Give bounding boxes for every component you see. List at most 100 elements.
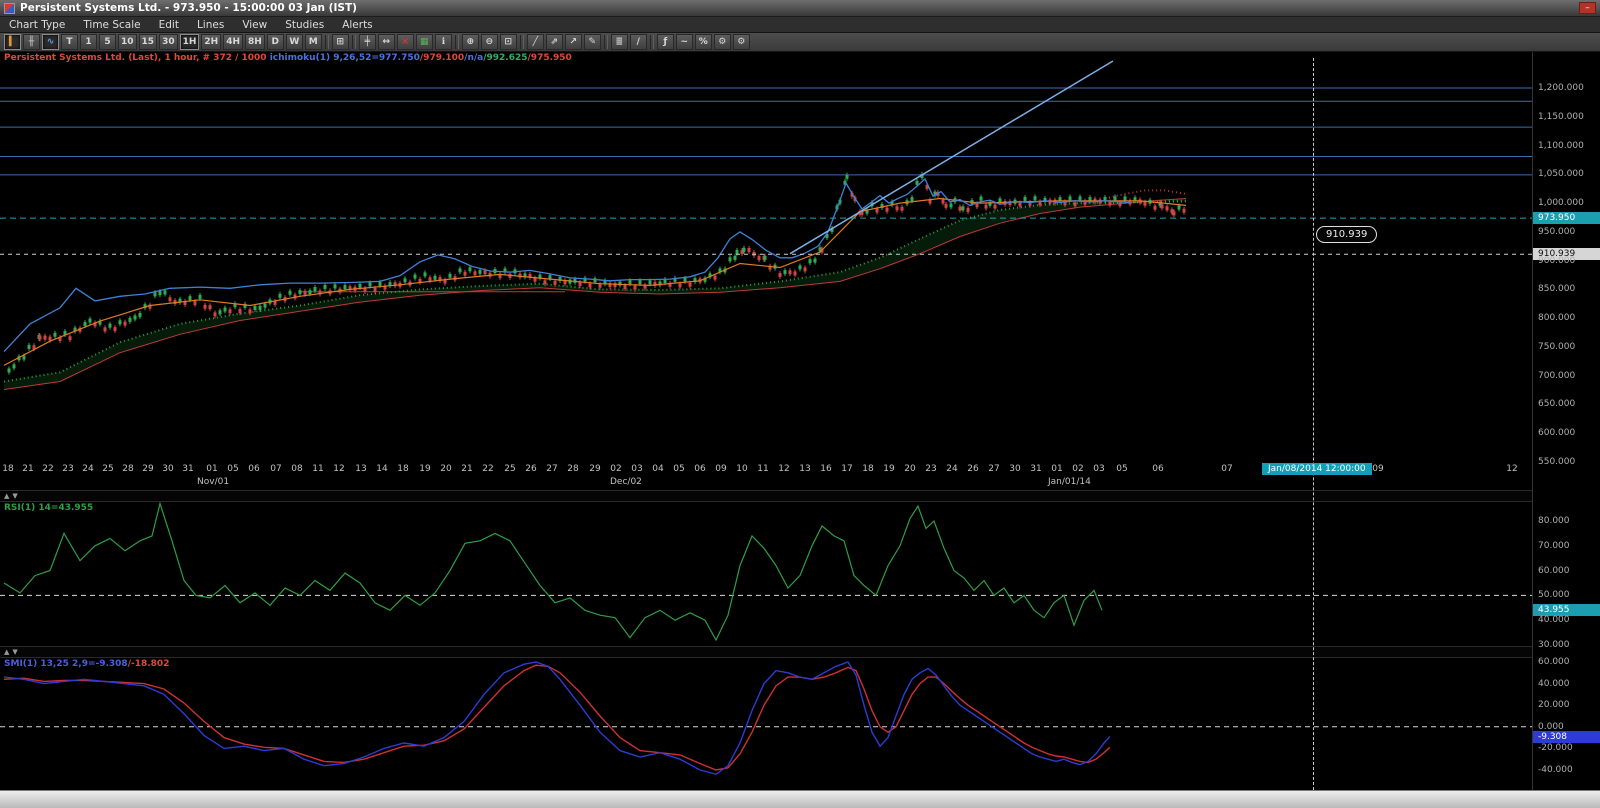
notes-tool-icon[interactable]: ≣ [610,34,628,50]
axis-tick-label: 0.000 [1538,722,1564,732]
axis-tick-label: 40.000 [1538,679,1570,689]
right-axis: 973.950 910.939 43.955 -9.308 1,200.000 1… [1532,52,1600,790]
toolbar-separator [454,35,459,49]
app-icon [4,2,15,14]
info-icon[interactable]: ℹ [434,34,452,50]
menu-lines[interactable]: Lines [188,17,233,33]
x-axis-day-label: 20 [904,464,916,474]
window-layout-icon[interactable]: ⊞ [331,34,349,50]
menu-view[interactable]: View [233,17,276,33]
axis-tick-label: 1,050.000 [1538,169,1584,179]
x-axis-day-label: 26 [525,464,537,474]
panel-divider[interactable]: ▲▼ [0,646,1532,658]
axis-tick-label: 700.000 [1538,371,1576,381]
x-axis-day-label: 25 [504,464,516,474]
toolbar-separator [519,35,524,49]
x-axis-day-label: 05 [673,464,685,474]
toolbar-separator [649,35,654,49]
smi-label-segment: SMI(1) 13,25 2,9=-9.308 [4,659,128,669]
menu-time-scale[interactable]: Time Scale [74,17,149,33]
x-axis-day-label: 20 [440,464,452,474]
axis-tick-label: 950.000 [1538,227,1576,237]
panel-divider[interactable]: ▲▼ [0,490,1532,502]
chart-header-segment: Persistent Systems Ltd. (Last), 1 hour, … [4,53,267,63]
x-axis-day-label: 19 [419,464,431,474]
menu-edit[interactable]: Edit [150,17,188,33]
axis-tick-label: 50.000 [1538,590,1570,600]
scale-10min-button[interactable]: 10 [118,34,137,50]
collapse-down-icon[interactable]: ▼ [12,492,20,500]
axis-tick-label: 850.000 [1538,284,1576,294]
window-bottom-frame [0,790,1600,808]
menu-alerts[interactable]: Alerts [333,17,381,33]
minimize-button[interactable]: – [1579,2,1596,14]
scale-2hour-button[interactable]: 2H [201,34,222,50]
ohlc-bar-chart-icon[interactable]: ╫ [23,34,40,50]
x-axis-day-label: 03 [631,464,643,474]
smi-signal-line [3,664,1111,771]
scale-1min-button[interactable]: 1 [80,34,97,50]
percent-study-icon[interactable]: % [694,34,712,50]
scale-15min-button[interactable]: 15 [138,34,158,50]
settings-a-icon[interactable]: ⚙ [713,34,731,50]
zoom-in-icon[interactable]: ⊕ [461,34,479,50]
zoom-box-icon[interactable]: ⊡ [499,34,517,50]
zoom-out-icon[interactable]: ⊖ [480,34,498,50]
line-chart-icon[interactable]: ∿ [42,34,59,50]
wave-study-icon[interactable]: ~ [675,34,693,50]
grid-toggle-icon[interactable]: ╪ [358,34,376,50]
x-axis-day-label: 09 [715,464,727,474]
formula-study-icon[interactable]: ƒ [656,34,674,50]
smi-label-segment: /-18.802 [127,659,170,669]
x-axis-day-label: 29 [142,464,154,474]
tick-scale-button[interactable]: T [61,34,78,50]
x-axis-day-label: 25 [102,464,114,474]
delete-drawing-icon[interactable]: × [396,34,414,50]
menu-chart-type[interactable]: Chart Type [0,17,74,33]
scale-month-button[interactable]: M [304,34,322,50]
trend-line-tool-icon[interactable]: ╱ [526,34,544,50]
chart-header-segment: ichimoku(1) 9,26,52=977.750 [266,53,420,63]
scale-1hour-button[interactable]: 1H [179,34,200,50]
axis-tick-label: 30.000 [1538,640,1570,650]
candlestick-chart-icon[interactable]: ▍ [4,34,21,50]
x-axis-day-label: 29 [589,464,601,474]
pan-scroll-icon[interactable]: ↔ [377,34,395,50]
axis-tick-label: -20.000 [1538,743,1573,753]
x-axis-day-label: 28 [122,464,134,474]
rsi-line [3,502,1103,642]
x-axis-day-label: 12 [778,464,790,474]
window-title: Persistent Systems Ltd. - 973.950 - 15:0… [20,2,357,14]
scale-8hour-button[interactable]: 8H [244,34,265,50]
ray-line-tool-icon[interactable]: ↗ [564,34,582,50]
scale-day-button[interactable]: D [266,34,284,50]
arrow-line-tool-icon[interactable]: ⇗ [545,34,563,50]
chart-header-segment: /979.100 [419,53,465,63]
scale-5min-button[interactable]: 5 [99,34,116,50]
main-chart-canvas[interactable] [0,52,1532,462]
settings-b-icon[interactable]: ⚙ [732,34,750,50]
rsi-chart-canvas[interactable] [0,502,1532,646]
axis-tick-label: 750.000 [1538,342,1576,352]
blue-ma-line [3,177,1131,353]
crosshair-date-badge: Jan/08/2014 12:00:00 [1262,463,1372,475]
data-window-icon[interactable]: ▦ [415,34,433,50]
ruler-tool-icon[interactable]: ∕ [629,34,647,50]
scale-week-button[interactable]: W [285,34,303,50]
axis-tick-label: 60.000 [1538,657,1570,667]
collapse-down-icon[interactable]: ▼ [12,648,20,656]
x-axis-day-label: 05 [227,464,239,474]
x-axis-day-label: 18 [2,464,14,474]
pencil-tool-icon[interactable]: ✎ [583,34,601,50]
x-axis-day-label: 07 [270,464,282,474]
smi-chart-canvas[interactable] [0,658,1532,790]
scale-4hour-button[interactable]: 4H [223,34,243,50]
axis-tick-label: 20.000 [1538,700,1570,710]
x-axis-day-label: 01 [206,464,218,474]
toolbar-separator [351,35,356,49]
menu-studies[interactable]: Studies [276,17,333,33]
x-axis-day-label: 21 [22,464,34,474]
scale-30min-button[interactable]: 30 [159,34,178,50]
x-axis-day-label: 16 [820,464,832,474]
axis-tick-label: 900.000 [1538,256,1576,266]
